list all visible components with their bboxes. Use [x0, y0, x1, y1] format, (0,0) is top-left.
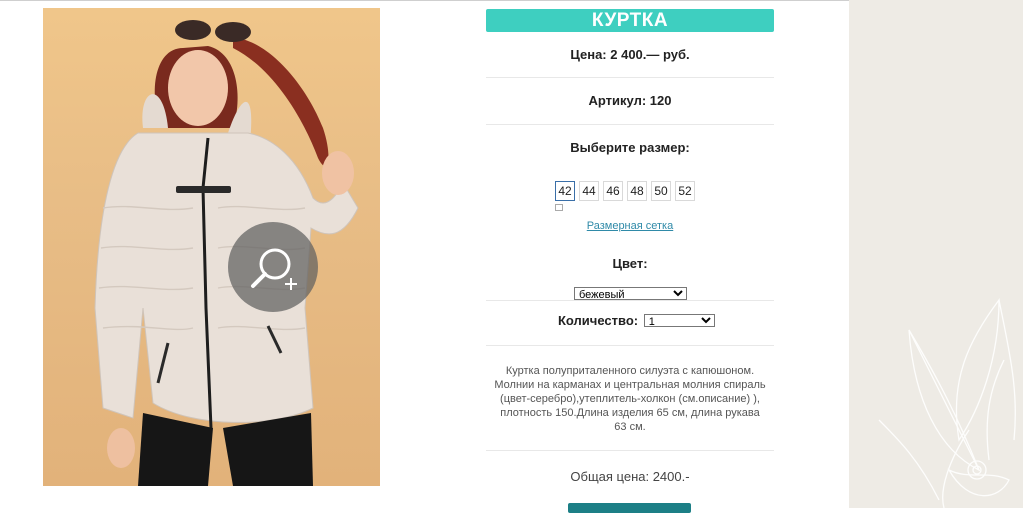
- color-label: Цвет:: [612, 256, 648, 271]
- divider: [486, 450, 774, 451]
- quantity-label: Количество:: [558, 313, 639, 328]
- size-option[interactable]: 44: [579, 181, 599, 201]
- size-option[interactable]: 50: [651, 181, 671, 201]
- size-option[interactable]: 42: [555, 181, 575, 201]
- size-option[interactable]: 48: [627, 181, 647, 201]
- size-option[interactable]: 46: [603, 181, 623, 201]
- total-price: Общая цена: 2400.-: [570, 469, 690, 484]
- zoom-in-icon: [251, 248, 297, 290]
- size-chart-link[interactable]: Размерная сетка: [486, 220, 774, 232]
- product-photo[interactable]: [43, 8, 380, 486]
- choose-size-label: Выберите размер:: [570, 140, 690, 155]
- floral-decoration: [878, 298, 1016, 508]
- product-title: КУРТКА: [486, 9, 774, 32]
- zoom-button[interactable]: [228, 222, 318, 312]
- product-description: Куртка полуприталенного силуэта с капюшо…: [494, 365, 766, 433]
- color-select[interactable]: бежевый: [574, 287, 687, 300]
- size-selector: 42 44 46 48 50 52: [555, 181, 695, 201]
- divider: [486, 124, 774, 125]
- divider: [486, 300, 774, 301]
- size-indicator: [555, 204, 563, 211]
- price-label: Цена: 2 400.— руб.: [570, 47, 690, 62]
- article-label: Артикул: 120: [588, 93, 672, 108]
- buy-button[interactable]: [568, 503, 691, 513]
- quantity-select[interactable]: 1: [643, 314, 715, 327]
- decorative-side-panel: [849, 0, 1023, 508]
- divider: [486, 345, 774, 346]
- quantity-row: Количество: 1: [558, 313, 715, 328]
- size-option[interactable]: 52: [675, 181, 695, 201]
- jacket-model-image: [94, 20, 359, 486]
- divider: [486, 77, 774, 78]
